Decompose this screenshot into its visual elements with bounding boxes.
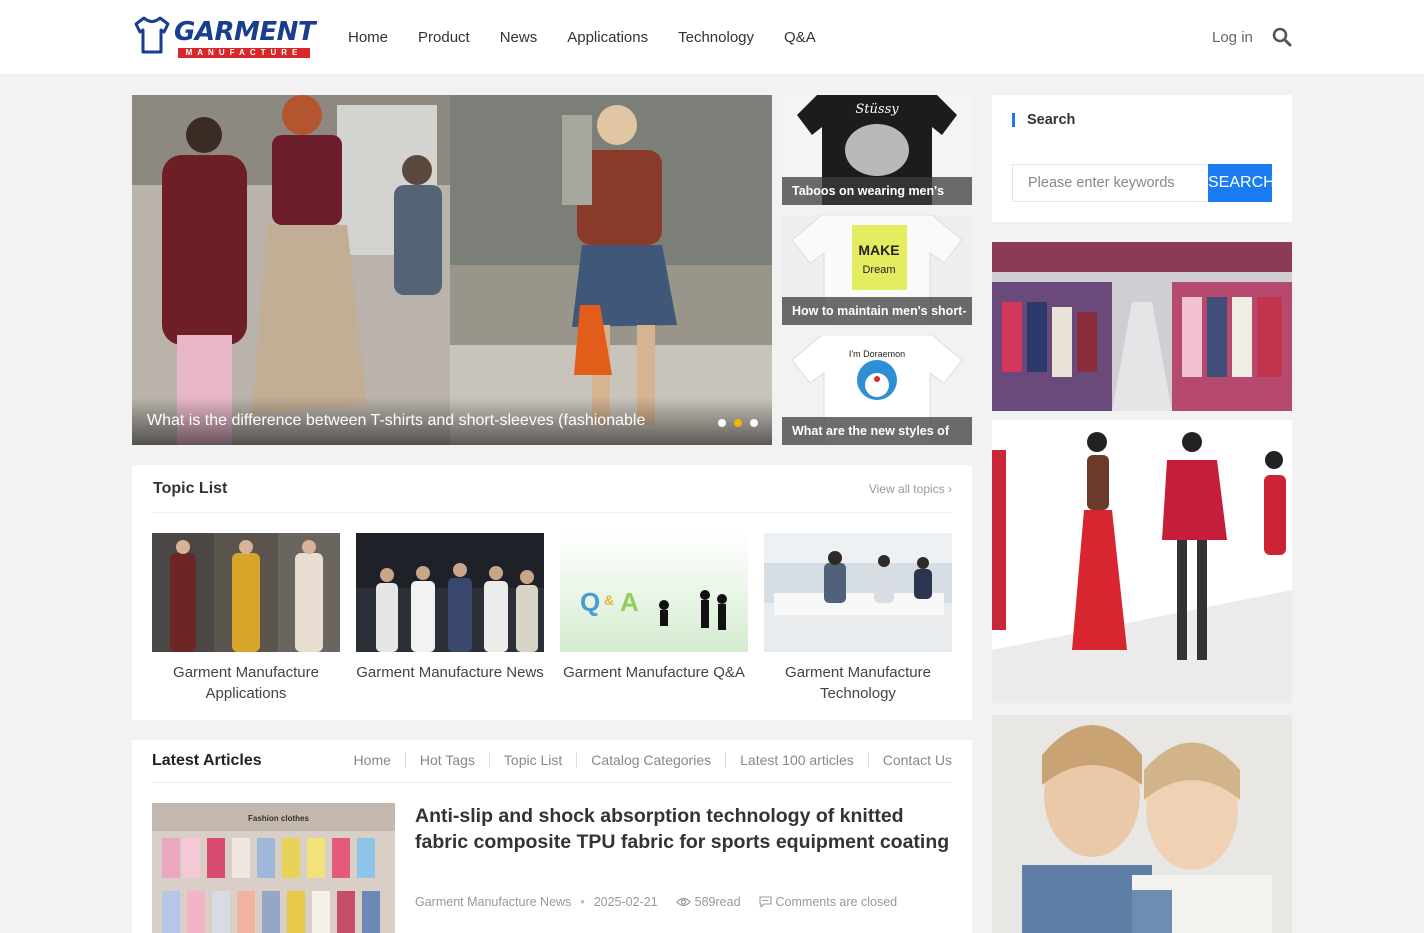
topic-card-news[interactable]: Garment Manufacture News	[356, 533, 544, 683]
svg-text:Fashion clothes: Fashion clothes	[248, 814, 309, 823]
sidebar-image-models	[992, 715, 1292, 933]
svg-text:Q: Q	[580, 587, 600, 617]
topic-list-panel: Topic List View all topics › Garment Man…	[132, 465, 972, 720]
thumb-card-2[interactable]: MAKE Dream How to maintain men's short-	[782, 215, 972, 325]
tshirt-logo-icon	[134, 16, 170, 54]
login-link[interactable]: Log in	[1212, 28, 1253, 48]
nav-home[interactable]: Home	[348, 28, 388, 48]
thumb-card-3[interactable]: I'm Doraemon What are the new styles of	[782, 335, 972, 445]
comment-icon	[758, 896, 772, 908]
hero-caption-text[interactable]: What is the difference between T-shirts …	[147, 412, 645, 430]
quick-link-hot-tags[interactable]: Hot Tags	[404, 752, 489, 768]
svg-text:&: &	[604, 592, 614, 608]
sidebar-image-store	[992, 242, 1292, 411]
svg-text:I'm Doraemon: I'm Doraemon	[849, 349, 905, 359]
latest-quick-links: Home Hot Tags Topic List Catalog Categor…	[340, 752, 952, 768]
topic-label-news[interactable]: Garment Manufacture News	[356, 662, 544, 683]
nav-product[interactable]: Product	[418, 28, 470, 48]
quick-link-catalog-categories[interactable]: Catalog Categories	[576, 752, 725, 768]
topic-card-qa[interactable]: Q & A Garment Manufacture Q&A	[560, 533, 748, 683]
hero-slider[interactable]: What is the difference between T-shirts …	[132, 95, 772, 445]
hero-slide-image[interactable]	[132, 95, 772, 445]
quick-link-latest-100[interactable]: Latest 100 articles	[725, 752, 868, 768]
topic-card-applications[interactable]: Garment Manufacture Applications	[152, 533, 340, 704]
article-meta: Garment Manufacture News • 2025-02-21 58…	[415, 895, 897, 909]
hero-caption: What is the difference between T-shirts …	[132, 397, 772, 445]
sidebar-image-fashion	[992, 420, 1292, 703]
search-title: Search	[1027, 112, 1076, 128]
sidebar-ad-store[interactable]	[992, 242, 1292, 411]
search-title-accent	[1012, 113, 1015, 127]
topic-image-qa: Q & A	[560, 533, 748, 652]
site-header: GARMENT MANUFACTURE Home Product News Ap…	[0, 0, 1424, 75]
nav-qa[interactable]: Q&A	[784, 28, 816, 48]
svg-text:Dream: Dream	[862, 264, 895, 276]
latest-articles-title: Latest Articles	[152, 752, 262, 769]
svg-text:MAKE: MAKE	[858, 242, 899, 258]
logo-brand-text: GARMENT	[174, 17, 316, 47]
topic-label-applications[interactable]: Garment Manufacture Applications	[152, 662, 340, 704]
sidebar-ad-fashion[interactable]	[992, 420, 1292, 703]
topic-label-technology[interactable]: Garment Manufacture Technology	[764, 662, 952, 704]
topic-card-technology[interactable]: Garment Manufacture Technology	[764, 533, 952, 704]
site-logo[interactable]: GARMENT MANUFACTURE	[132, 15, 316, 59]
thumb-caption-1: Taboos on wearing men's	[782, 177, 972, 205]
article-image: Fashion clothes	[152, 803, 395, 933]
view-all-topics-link[interactable]: View all topics ›	[869, 482, 952, 496]
quick-link-home[interactable]: Home	[340, 752, 405, 768]
quick-link-contact-us[interactable]: Contact Us	[867, 752, 952, 768]
article-comments: Comments are closed	[775, 895, 898, 909]
slider-dot-1[interactable]	[718, 419, 726, 427]
topic-image-applications	[152, 533, 340, 652]
article-thumbnail[interactable]: Fashion clothes	[152, 803, 395, 933]
article-title[interactable]: Anti-slip and shock absorption technolog…	[415, 803, 955, 855]
meta-separator: •	[580, 895, 585, 909]
logo-sub-text: MANUFACTURE	[178, 48, 310, 58]
slider-dots	[718, 419, 758, 427]
thumb-caption-2: How to maintain men's short-	[782, 297, 972, 325]
svg-text:A: A	[620, 587, 639, 617]
latest-articles-panel: Latest Articles Home Hot Tags Topic List…	[132, 740, 972, 933]
svg-text:Stüssy: Stüssy	[855, 102, 899, 117]
topic-label-qa[interactable]: Garment Manufacture Q&A	[560, 662, 748, 683]
thumb-card-1[interactable]: Stüssy Taboos on wearing men's	[782, 95, 972, 205]
slider-dot-2[interactable]	[734, 419, 742, 427]
sidebar-ad-models[interactable]	[992, 715, 1292, 933]
latest-divider	[152, 782, 952, 783]
topic-image-technology	[764, 533, 952, 652]
slider-dot-3[interactable]	[750, 419, 758, 427]
article-date: 2025-02-21	[593, 895, 658, 909]
article-reads: 589read	[694, 895, 741, 909]
topic-image-news	[356, 533, 544, 652]
sidebar-search-panel: Search SEARCH	[992, 95, 1292, 222]
nav-news[interactable]: News	[500, 28, 538, 48]
nav-technology[interactable]: Technology	[678, 28, 754, 48]
article-category[interactable]: Garment Manufacture News	[415, 895, 571, 909]
nav-applications[interactable]: Applications	[567, 28, 648, 48]
topic-list-title: Topic List	[153, 480, 228, 497]
topic-divider	[152, 512, 952, 513]
search-icon[interactable]	[1272, 27, 1292, 47]
eye-icon	[675, 897, 691, 907]
search-button[interactable]: SEARCH	[1208, 164, 1272, 202]
thumb-caption-3: What are the new styles of	[782, 417, 972, 445]
main-nav: Home Product News Applications Technolog…	[348, 28, 816, 48]
quick-link-topic-list[interactable]: Topic List	[488, 752, 576, 768]
search-input[interactable]	[1012, 164, 1208, 202]
